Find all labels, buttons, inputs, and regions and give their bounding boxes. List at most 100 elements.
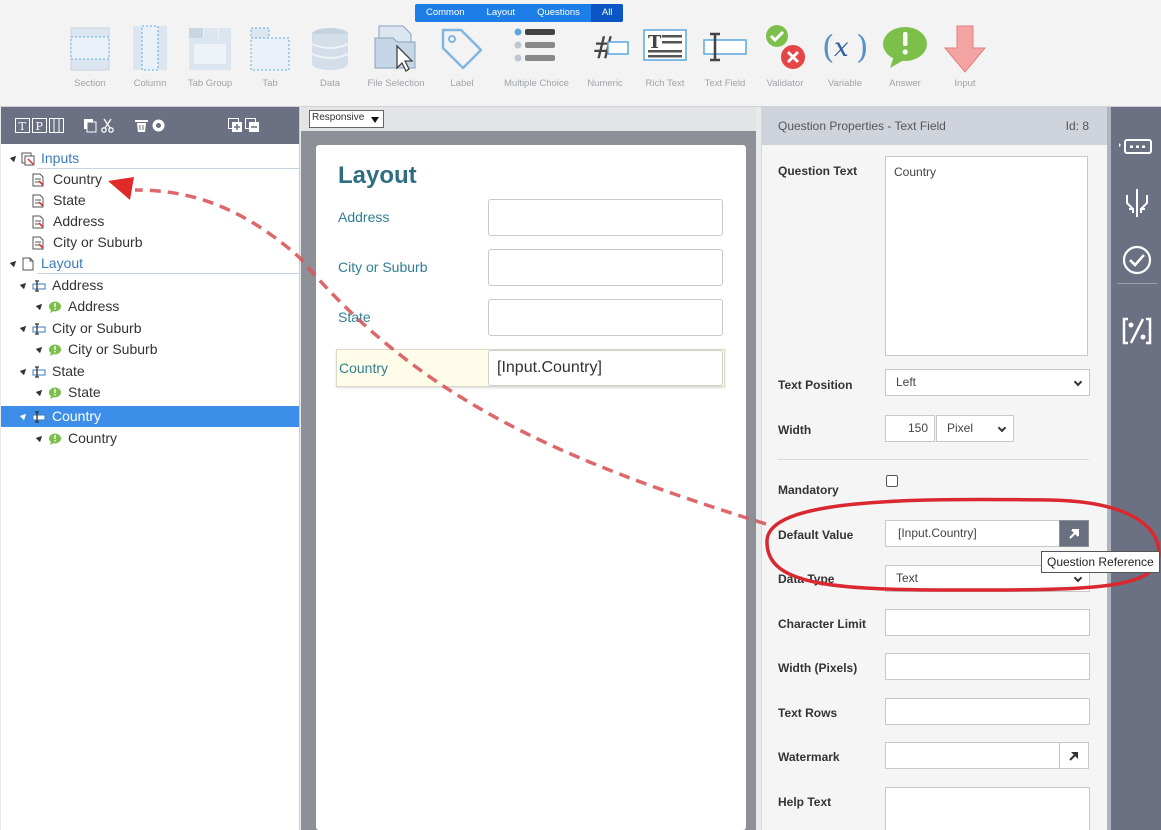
merge-button[interactable] xyxy=(1119,185,1155,221)
tree-node-input-country[interactable]: Country xyxy=(1,169,299,190)
toolbar-validator-button[interactable]: Validator xyxy=(755,24,815,89)
question-text-field[interactable]: Country xyxy=(885,156,1088,356)
tree-node-text-field-city-or-suburb[interactable]: City or Suburb xyxy=(1,318,299,339)
tree-node-label: City or Suburb xyxy=(52,320,142,336)
tree-node-input-state[interactable]: State xyxy=(1,190,299,211)
tree-node-answer-country[interactable]: Country xyxy=(1,428,299,449)
expand-triangle-icon[interactable] xyxy=(35,301,45,311)
expand-triangle-icon[interactable] xyxy=(35,344,45,354)
toolbar-column-button[interactable]: Column xyxy=(120,24,180,89)
form-row-address[interactable]: Address xyxy=(336,199,725,237)
mandatory-checkbox[interactable] xyxy=(886,475,898,487)
character-limit-input[interactable] xyxy=(885,609,1090,636)
width-unit-select[interactable]: Pixel xyxy=(936,415,1014,442)
tree-node-group-layout[interactable]: Layout xyxy=(1,253,299,274)
filter-tab-common[interactable]: Common xyxy=(415,4,476,22)
toolbar-tab-button[interactable]: Tab xyxy=(240,24,300,89)
toolbar-label-button[interactable]: Label xyxy=(432,24,492,89)
text-rows-label: Text Rows xyxy=(778,706,838,720)
tree-node-answer-address[interactable]: Address xyxy=(1,296,299,317)
address-input[interactable] xyxy=(488,199,723,236)
field-label-state: State xyxy=(338,309,371,325)
check-circle-icon xyxy=(1122,245,1152,275)
default-value-label: Default Value xyxy=(778,528,854,542)
tree-node-input-city-or-suburb[interactable]: City or Suburb xyxy=(1,232,299,253)
tree-node-text-field-state[interactable]: State xyxy=(1,361,299,382)
tree-node-text-field-address[interactable]: Address xyxy=(1,275,299,296)
form-row-city[interactable]: City or Suburb xyxy=(336,249,725,287)
cut-icon[interactable] xyxy=(100,118,115,133)
toolbar-input-button[interactable]: Input xyxy=(935,24,995,89)
add-above-icon[interactable] xyxy=(228,118,243,133)
text-field-mode-icon xyxy=(1117,139,1152,154)
text-icon[interactable]: T xyxy=(15,118,30,133)
expand-triangle-icon[interactable] xyxy=(19,280,29,290)
tree-node-answer-city-or-suburb[interactable]: City or Suburb xyxy=(1,339,299,360)
city-input[interactable] xyxy=(488,249,723,286)
text-field-mode-button[interactable] xyxy=(1117,129,1155,165)
watermark-input[interactable] xyxy=(885,742,1061,769)
width-input[interactable]: 150 xyxy=(885,415,935,442)
question-reference-button[interactable] xyxy=(1059,520,1089,547)
toolbar-file-selection-button[interactable]: File Selection xyxy=(366,24,426,89)
answer-icon xyxy=(49,301,61,313)
toolbar-text-field-button[interactable]: Text Field xyxy=(695,24,755,89)
calculation-button[interactable] xyxy=(1119,313,1155,349)
answer-icon xyxy=(49,433,61,445)
question-text-label: Question Text xyxy=(778,164,858,178)
text-position-select[interactable]: Left xyxy=(885,369,1090,396)
toolbar-tab-group-button[interactable]: Tab Group xyxy=(180,24,240,89)
field-label-country: Country xyxy=(339,360,389,376)
expand-triangle-icon[interactable] xyxy=(9,258,19,268)
width-label: Width xyxy=(778,423,812,437)
toolbar-variable-button[interactable]: ( x ) Variable xyxy=(815,24,875,89)
filter-tab-layout[interactable]: Layout xyxy=(475,4,527,22)
rich-text-icon: T xyxy=(643,29,687,61)
text-rows-input[interactable] xyxy=(885,698,1090,725)
toolbar-section-button[interactable]: Section xyxy=(60,24,120,89)
tree-node-group-inputs[interactable]: Inputs xyxy=(1,148,299,169)
form-canvas-area: Responsive Layout Address City or Suburb… xyxy=(301,107,756,830)
toolbar-label-label: Label xyxy=(450,78,474,89)
expand-triangle-icon[interactable] xyxy=(35,387,45,397)
tree-node-input-address[interactable]: Address xyxy=(1,211,299,232)
text-field-icon xyxy=(32,280,46,292)
svg-text:T: T xyxy=(19,120,27,133)
add-below-icon[interactable] xyxy=(245,118,260,133)
tree-node-text-field-country[interactable]: Country xyxy=(1,406,299,427)
toolbar-data-button[interactable]: Data xyxy=(300,24,360,89)
state-input[interactable] xyxy=(488,299,723,336)
file-selection-icon xyxy=(374,25,416,72)
country-input[interactable]: [Input.Country] xyxy=(488,350,723,386)
width-pixels-input[interactable] xyxy=(885,653,1090,680)
expand-triangle-icon[interactable] xyxy=(35,433,45,443)
properties-id: Id: 8 xyxy=(1065,119,1089,133)
help-text-input[interactable] xyxy=(885,787,1090,830)
tree-node-answer-state[interactable]: State xyxy=(1,382,299,403)
delete-icon[interactable] xyxy=(134,118,149,133)
watermark-label: Watermark xyxy=(778,750,840,764)
eye-icon[interactable] xyxy=(151,118,166,133)
toolbar-file-selection-label: File Selection xyxy=(367,78,425,89)
copy-icon[interactable] xyxy=(83,118,98,133)
expand-triangle-icon[interactable] xyxy=(9,153,19,163)
form-row-state[interactable]: State xyxy=(336,299,725,337)
expand-triangle-icon[interactable] xyxy=(19,366,29,376)
form-row-country[interactable]: Country [Input.Country] xyxy=(336,349,725,387)
expand-triangle-icon[interactable] xyxy=(19,323,29,333)
expand-triangle-icon[interactable] xyxy=(19,411,29,421)
view-mode-select[interactable]: Responsive xyxy=(309,110,384,128)
columns-icon[interactable] xyxy=(49,118,64,133)
toolbar-rich-text-button[interactable]: T Rich Text xyxy=(635,24,695,89)
validate-button[interactable] xyxy=(1119,242,1155,278)
watermark-reference-button[interactable] xyxy=(1059,742,1089,769)
filter-tab-questions[interactable]: Questions xyxy=(526,4,591,22)
p-icon[interactable]: P xyxy=(32,118,47,133)
default-value-input[interactable]: [Input.Country] xyxy=(885,520,1061,547)
toolbar-numeric-button[interactable]: # Numeric xyxy=(575,24,635,89)
toolbar-answer-button[interactable]: Answer xyxy=(875,24,935,89)
toolbar-multiple-choice-button[interactable]: Multiple Choice xyxy=(504,24,569,89)
chevron-down-icon xyxy=(371,117,379,123)
filter-tab-all[interactable]: All xyxy=(590,4,624,22)
input-arrow-icon xyxy=(943,25,987,73)
